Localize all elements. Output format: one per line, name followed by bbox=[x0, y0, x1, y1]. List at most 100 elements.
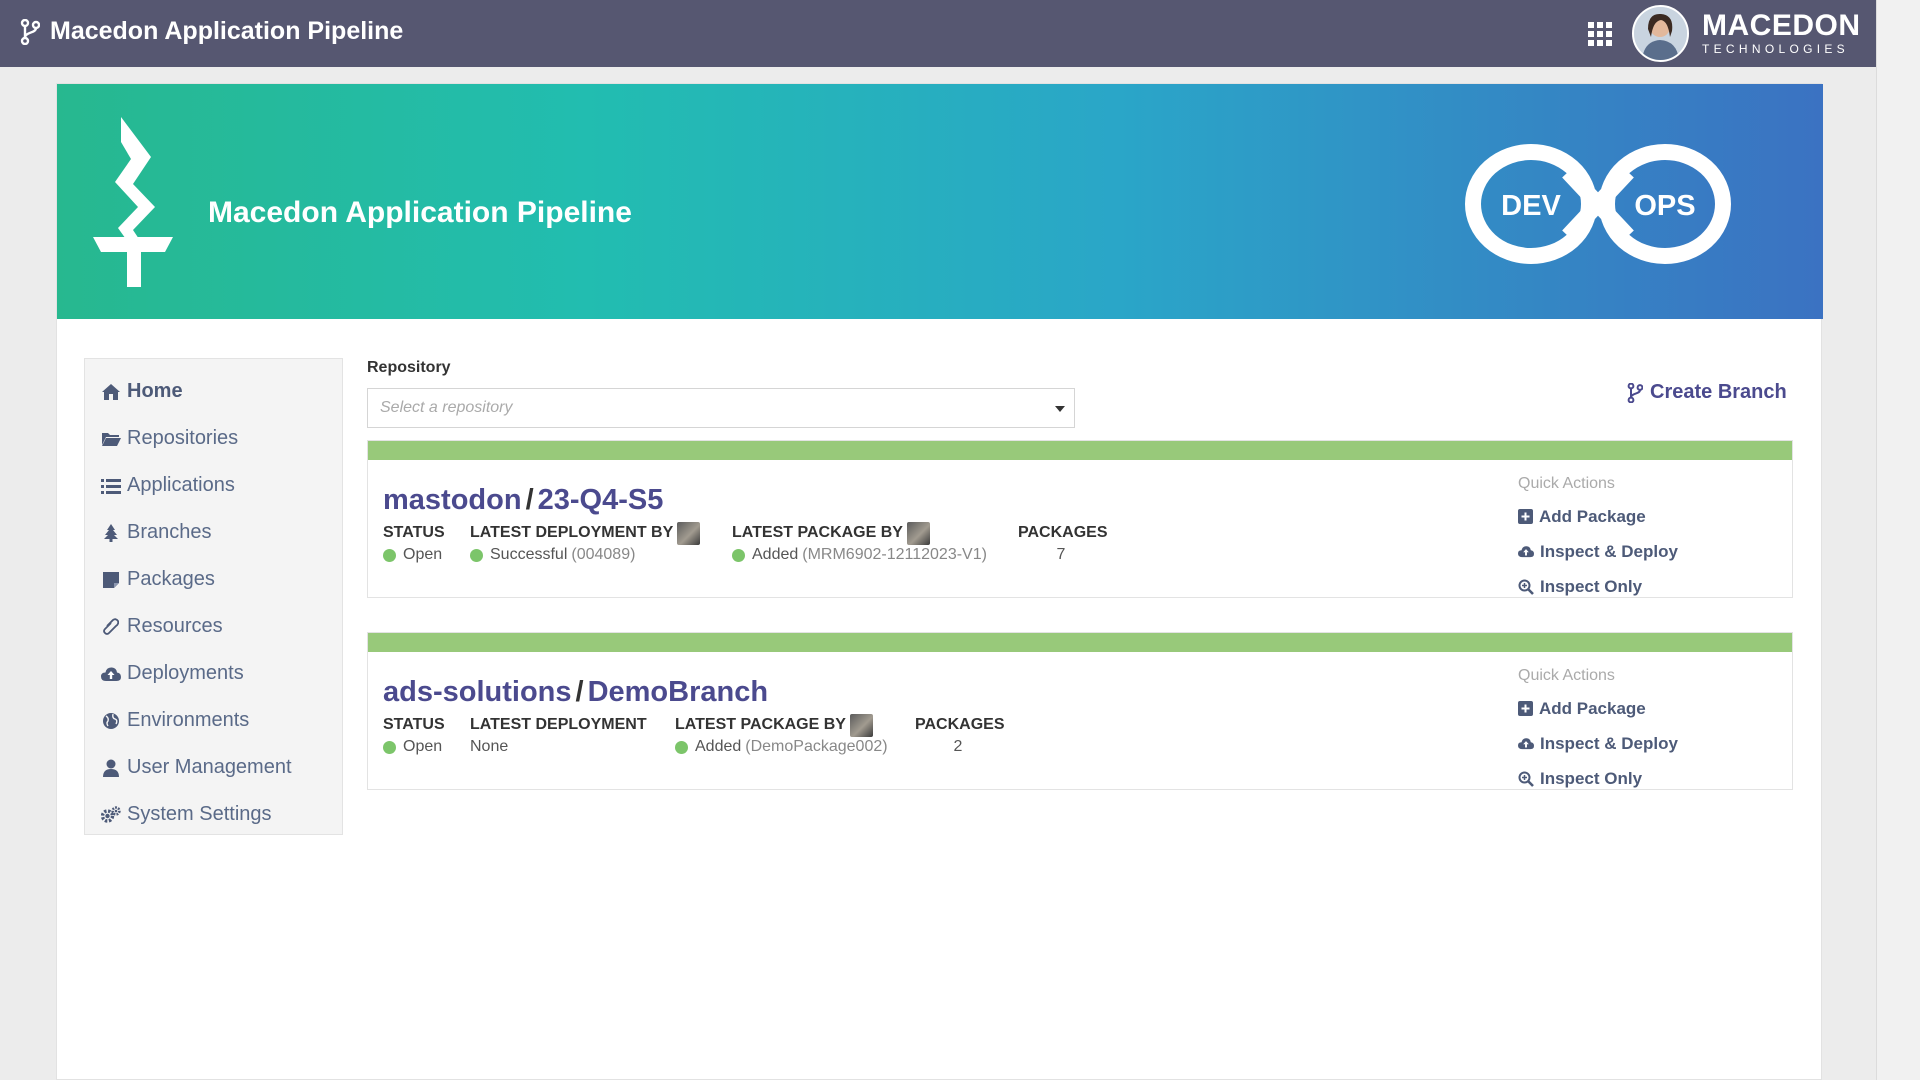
branch-icon bbox=[20, 18, 41, 50]
plus-square-icon bbox=[1518, 701, 1533, 716]
brand-logo: MACEDON TECHNOLOGIES bbox=[1702, 9, 1862, 57]
main-panel: Macedon Application Pipeline DEV OPS Hom… bbox=[56, 83, 1823, 1080]
packages-column: PACKAGES 7 bbox=[1018, 522, 1108, 566]
branch-link[interactable]: DemoBranch bbox=[588, 676, 769, 708]
package-ref[interactable]: (DemoPackage002) bbox=[745, 738, 887, 756]
sidebar-item-user-management[interactable]: User Management bbox=[85, 744, 342, 791]
status-column: STATUS Open bbox=[383, 522, 445, 566]
package-header-text: LATEST PACKAGE BY bbox=[675, 716, 846, 733]
deployment-ref[interactable]: (004089) bbox=[571, 546, 635, 564]
branch-card: mastodon/23-Q4-S5 STATUS Open LATEST DEP… bbox=[367, 440, 1793, 598]
status-header: STATUS bbox=[383, 716, 445, 733]
banner: Macedon Application Pipeline DEV OPS bbox=[57, 84, 1823, 319]
sidebar-item-label: Repositories bbox=[127, 427, 239, 449]
repository-placeholder: Select a repository bbox=[380, 399, 513, 416]
deployment-value: Successful (004089) bbox=[470, 544, 700, 566]
repo-link[interactable]: ads-solutions bbox=[383, 676, 572, 708]
package-header-text: LATEST PACKAGE BY bbox=[732, 524, 903, 541]
quick-actions: Quick Actions Add Package Inspect & Depl… bbox=[1518, 667, 1778, 796]
package-header: LATEST PACKAGE BY bbox=[675, 713, 888, 737]
inspect-only-button[interactable]: Inspect Only bbox=[1518, 761, 1778, 796]
inspect-only-button[interactable]: Inspect Only bbox=[1518, 569, 1778, 604]
package-icon bbox=[100, 570, 122, 590]
inspect-only-label: Inspect Only bbox=[1540, 576, 1643, 596]
branch-title: mastodon/23-Q4-S5 bbox=[383, 484, 663, 517]
package-column: LATEST PACKAGE BY Added (MRM6902-12112023… bbox=[732, 521, 987, 566]
quick-actions-title: Quick Actions bbox=[1518, 475, 1615, 492]
packager-avatar bbox=[849, 713, 873, 737]
add-package-label: Add Package bbox=[1539, 506, 1646, 526]
sidebar-item-repositories[interactable]: Repositories bbox=[85, 415, 342, 462]
package-value: Added (MRM6902-12112023-V1) bbox=[732, 544, 987, 566]
deployment-column: LATEST DEPLOYMENT None bbox=[470, 714, 647, 758]
sidebar-item-packages[interactable]: Packages bbox=[85, 556, 342, 603]
chevron-down-icon bbox=[1055, 406, 1065, 412]
repository-select[interactable]: Select a repository bbox=[367, 388, 1075, 428]
sidebar-item-resources[interactable]: Resources bbox=[85, 603, 342, 650]
sidebar-item-label: System Settings bbox=[127, 803, 272, 825]
sidebar-item-label: User Management bbox=[127, 756, 292, 778]
deployment-header: LATEST DEPLOYMENT BY bbox=[470, 521, 701, 545]
deployment-header: LATEST DEPLOYMENT bbox=[470, 716, 647, 733]
sidebar: Home Repositories Applications Branches … bbox=[84, 358, 343, 835]
brand-sub: TECHNOLOGIES bbox=[1702, 42, 1849, 56]
status-column: STATUS Open bbox=[383, 714, 445, 758]
packages-count: 2 bbox=[953, 738, 963, 755]
user-avatar[interactable] bbox=[1632, 5, 1689, 62]
status-header: STATUS bbox=[383, 524, 445, 541]
list-icon bbox=[100, 476, 122, 496]
sidebar-item-applications[interactable]: Applications bbox=[85, 462, 342, 509]
plus-square-icon bbox=[1518, 509, 1533, 524]
branch-card: ads-solutions / DemoBranch STATUS Open LAT… bbox=[367, 632, 1793, 790]
status-value: Open bbox=[383, 544, 445, 566]
packager-avatar bbox=[906, 521, 930, 545]
sidebar-item-home[interactable]: Home bbox=[85, 368, 342, 415]
sidebar-item-deployments[interactable]: Deployments bbox=[85, 650, 342, 697]
devops-left-text: DEV bbox=[1501, 190, 1561, 222]
branch-title: ads-solutions / DemoBranch bbox=[383, 676, 768, 709]
zoom-icon bbox=[1518, 771, 1534, 787]
status-text: Open bbox=[403, 738, 443, 755]
status-dot bbox=[470, 548, 483, 562]
add-package-button[interactable]: Add Package bbox=[1518, 499, 1778, 534]
status-value: Open bbox=[383, 736, 445, 758]
sidebar-item-system-settings[interactable]: System Settings bbox=[85, 791, 342, 838]
repo-link[interactable]: mastodon bbox=[383, 484, 522, 516]
banner-title: Macedon Application Pipeline bbox=[208, 196, 632, 229]
status-dot bbox=[675, 740, 688, 754]
branch-link[interactable]: 23-Q4-S5 bbox=[538, 484, 664, 516]
create-branch-button[interactable]: Create Branch bbox=[1627, 381, 1787, 404]
add-package-button[interactable]: Add Package bbox=[1518, 691, 1778, 726]
status-dot bbox=[383, 548, 396, 562]
sidebar-item-label: Resources bbox=[127, 615, 223, 637]
add-package-label: Add Package bbox=[1539, 698, 1646, 718]
sidebar-item-label: Branches bbox=[127, 521, 212, 543]
window-gutter bbox=[1876, 0, 1920, 1080]
inspect-only-label: Inspect Only bbox=[1540, 768, 1643, 788]
deployer-avatar bbox=[677, 521, 701, 545]
sidebar-item-label: Applications bbox=[127, 474, 235, 496]
package-ref[interactable]: (MRM6902-12112023-V1) bbox=[802, 546, 987, 564]
branch-status-stripe bbox=[368, 633, 1792, 652]
sidebar-item-label: Home bbox=[127, 380, 183, 402]
package-value: Added (DemoPackage002) bbox=[675, 736, 888, 758]
sidebar-item-branches[interactable]: Branches bbox=[85, 509, 342, 556]
home-icon bbox=[100, 382, 122, 402]
inspect-deploy-button[interactable]: Inspect & Deploy bbox=[1518, 726, 1778, 761]
globe-icon bbox=[100, 711, 122, 731]
brand-name: MACEDON bbox=[1702, 9, 1861, 42]
apps-grid-icon[interactable] bbox=[1588, 22, 1612, 51]
packages-header: PACKAGES bbox=[915, 716, 1005, 733]
gears-icon bbox=[100, 805, 122, 825]
sidebar-item-environments[interactable]: Environments bbox=[85, 697, 342, 744]
branch-status-stripe bbox=[368, 441, 1792, 460]
create-branch-label: Create Branch bbox=[1650, 381, 1787, 403]
packages-header: PACKAGES bbox=[1018, 524, 1108, 541]
status-dot bbox=[732, 548, 745, 562]
top-bar: Macedon Application Pipeline MACEDON TEC… bbox=[0, 0, 1876, 67]
sidebar-item-label: Deployments bbox=[127, 662, 244, 684]
package-text: Added bbox=[695, 738, 742, 755]
inspect-deploy-button[interactable]: Inspect & Deploy bbox=[1518, 534, 1778, 569]
deployment-header-text: LATEST DEPLOYMENT BY bbox=[470, 524, 674, 541]
devops-right-text: OPS bbox=[1634, 190, 1695, 222]
